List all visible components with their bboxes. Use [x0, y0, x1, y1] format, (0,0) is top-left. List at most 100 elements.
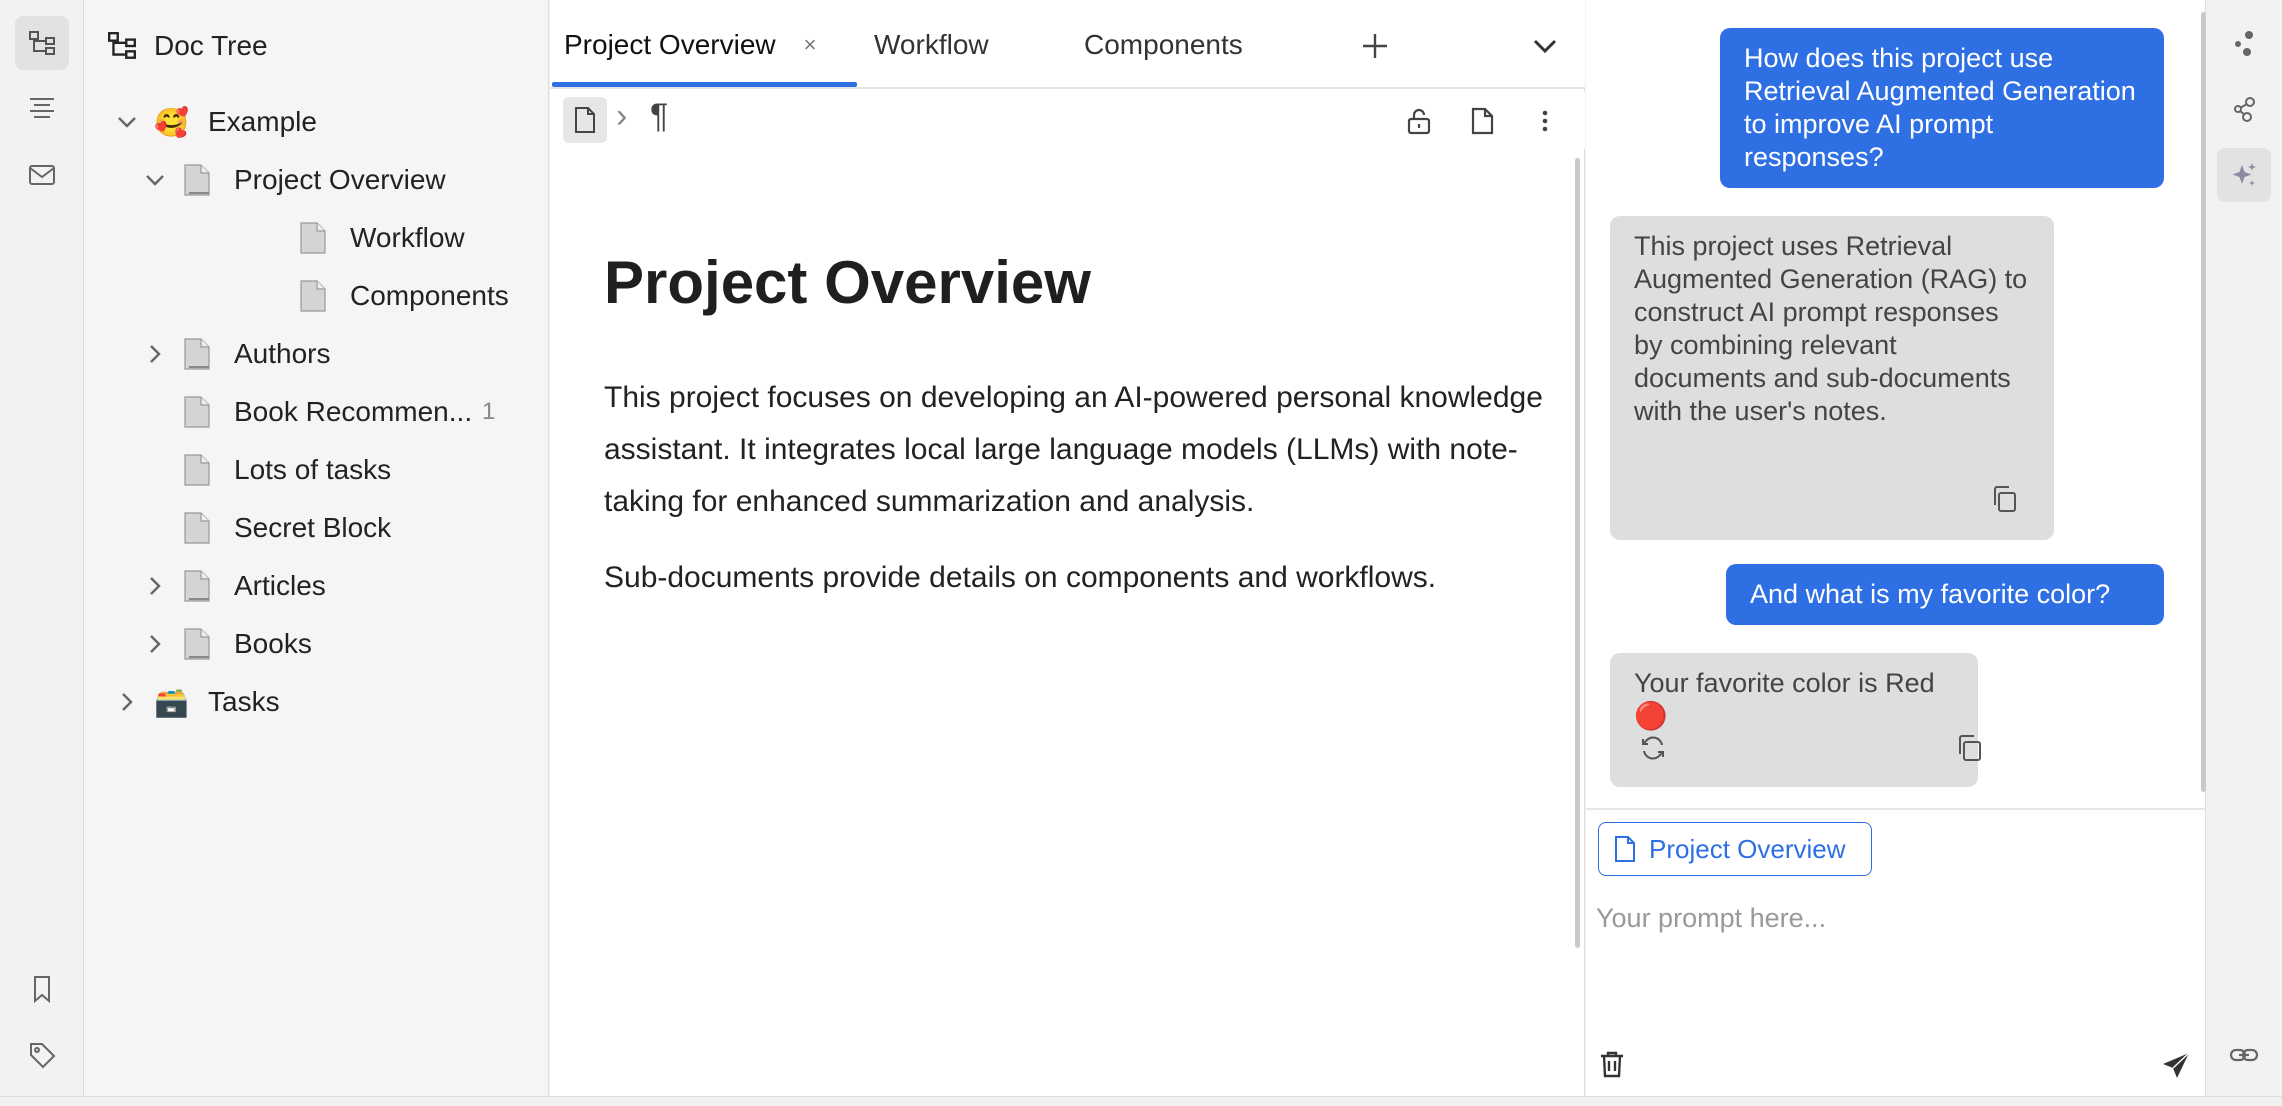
global-graph-icon [2234, 97, 2255, 122]
tree-item-label: Tasks [208, 686, 280, 717]
inbox-dock-button[interactable] [15, 148, 69, 202]
document-paragraph[interactable]: This project focuses on developing an AI… [604, 372, 1554, 528]
editor-scrollbar-thumb[interactable] [1575, 158, 1580, 948]
tree-item-label: Workflow [350, 222, 465, 253]
graph-view-button[interactable] [2217, 16, 2271, 70]
tree-item-project-overview[interactable]: Project Overview [142, 154, 446, 206]
chat-message-assistant: Your favorite color is Red 🔴 [1610, 653, 1981, 787]
document-stack-icon [184, 338, 210, 370]
ai-chat-dock-button[interactable] [2217, 148, 2271, 202]
regenerate-icon[interactable] [1638, 733, 1668, 763]
chat-message-user: How does this project use Retrieval Augm… [1720, 28, 2164, 188]
tag-icon [30, 1043, 56, 1069]
left-dock [0, 0, 84, 1096]
ai-chat-panel: How does this project use Retrieval Augm… [1586, 0, 2206, 1096]
tab-bar: Project Overview × Workflow Components [550, 0, 1585, 89]
breadcrumb-separator-icon: › [616, 97, 628, 135]
tree-item-lots-of-tasks[interactable]: Lots of tasks [142, 444, 391, 496]
inbox-icon [29, 165, 55, 185]
doc-tree-header: Doc Tree [106, 26, 268, 66]
context-chip-label: Project Overview [1649, 833, 1846, 864]
editor-panel: Project Overview × Workflow Components ›… [550, 0, 2130, 1096]
document-icon [184, 396, 210, 428]
document-stack-icon [184, 628, 210, 660]
tree-item-label: Example [208, 106, 317, 137]
tree-item-example[interactable]: 🥰 Example [114, 96, 317, 148]
smiling-face-hearts-emoji-icon: 🥰 [154, 106, 189, 138]
doc-tree-title: Doc Tree [154, 30, 268, 61]
document-icon [1615, 836, 1635, 862]
tree-item-components[interactable]: Components [298, 270, 509, 322]
document-paragraph[interactable]: Sub-documents provide details on compone… [604, 552, 1554, 604]
chat-message-text: Your favorite color is Red 🔴 [1634, 668, 1935, 731]
doc-info-button[interactable] [1464, 103, 1500, 139]
copy-icon[interactable] [1990, 484, 2020, 514]
chat-message-text: This project uses Retrieval Augmented Ge… [1634, 231, 2028, 426]
bookmark-dock-button[interactable] [15, 962, 69, 1016]
tree-item-label: Project Overview [234, 164, 446, 195]
tree-item-tasks[interactable]: 🗃️ Tasks [114, 676, 280, 728]
prompt-input[interactable] [1596, 896, 2186, 940]
doc-tree-icon [108, 32, 136, 59]
copy-icon[interactable] [1955, 733, 1985, 763]
tab-components[interactable]: Components [1084, 0, 1243, 89]
tree-item-label: Books [234, 628, 312, 659]
status-bar [0, 1096, 2282, 1106]
tree-item-book-recommendations[interactable]: Book Recommen... 1 [142, 386, 542, 438]
tree-item-label: Articles [234, 570, 326, 601]
tab-project-overview[interactable]: Project Overview × [564, 0, 816, 89]
chevron-right-icon[interactable] [142, 341, 168, 367]
document-icon [184, 454, 210, 486]
send-icon [2163, 1052, 2190, 1078]
right-dock [2207, 0, 2282, 1096]
tree-item-books[interactable]: Books [142, 618, 312, 670]
doc-tree-panel: Doc Tree 🥰 Example Project Overview Work… [84, 0, 549, 1096]
chevron-right-icon[interactable] [142, 573, 168, 599]
tree-item-articles[interactable]: Articles [142, 560, 326, 612]
breadcrumb-document-button[interactable] [563, 97, 607, 143]
tree-item-label: Secret Block [234, 512, 392, 543]
chat-message-text: And what is my favorite color? [1750, 579, 2111, 609]
tree-item-secret-block[interactable]: Secret Block [142, 502, 391, 554]
active-tab-indicator [552, 82, 857, 87]
send-button[interactable] [2158, 1048, 2194, 1084]
backlinks-button[interactable] [2217, 1028, 2271, 1082]
tree-item-label: Authors [234, 338, 331, 369]
tab-close-button[interactable]: × [804, 32, 817, 58]
chat-message-text: How does this project use Retrieval Augm… [1744, 43, 2136, 172]
document-stack-icon [184, 570, 210, 602]
document-title[interactable]: Project Overview [604, 250, 1554, 316]
chevron-down-icon[interactable] [142, 167, 168, 193]
tree-item-workflow[interactable]: Workflow [298, 212, 465, 264]
context-document-chip[interactable]: Project Overview [1598, 822, 1872, 876]
document-icon [1471, 107, 1494, 135]
doc-tree-dock-button[interactable] [15, 16, 69, 70]
tab-list-button[interactable] [1525, 26, 1565, 66]
tree-item-label: Components [350, 280, 509, 311]
paragraph-block-icon[interactable]: ¶ [650, 97, 668, 136]
chat-scrollbar-thumb[interactable] [2201, 12, 2206, 792]
doc-tree-icon [29, 31, 55, 55]
chevron-down-icon[interactable] [114, 109, 140, 135]
document-icon [184, 512, 210, 544]
more-options-button[interactable] [1527, 103, 1563, 139]
ai-sparkle-icon [2232, 163, 2256, 186]
tab-label: Components [1084, 28, 1243, 60]
tree-item-authors[interactable]: Authors [142, 328, 331, 380]
global-graph-button[interactable] [2217, 82, 2271, 136]
document-stack-icon [184, 164, 210, 196]
clear-chat-button[interactable] [1594, 1046, 1630, 1082]
document-icon [300, 222, 326, 254]
tag-dock-button[interactable] [15, 1028, 69, 1082]
document-icon [575, 107, 595, 133]
graph-icon [2235, 31, 2253, 56]
chat-divider [1586, 808, 2206, 810]
readonly-toggle-button[interactable] [1401, 103, 1437, 139]
tab-workflow[interactable]: Workflow [874, 0, 989, 89]
chevron-right-icon[interactable] [142, 631, 168, 657]
new-tab-button[interactable] [1355, 26, 1395, 66]
document-content[interactable]: Project Overview This project focuses on… [604, 250, 1554, 628]
outline-dock-button[interactable] [15, 82, 69, 136]
plus-icon [1363, 34, 1387, 58]
chevron-right-icon[interactable] [114, 689, 140, 715]
